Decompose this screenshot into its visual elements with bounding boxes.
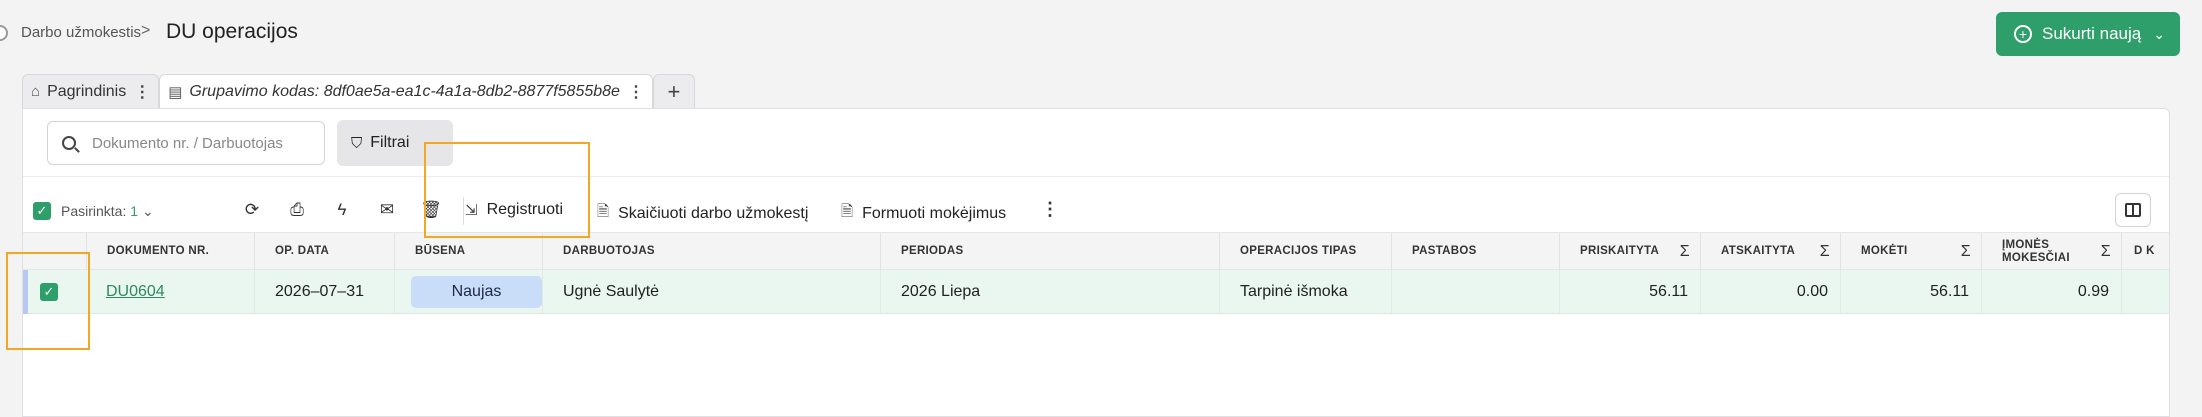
cell-op-type: Tarpinė išmoka (1219, 270, 1391, 314)
search-icon (62, 136, 76, 150)
trash-icon[interactable]: 🗑 (420, 200, 442, 220)
register-icon: ⇲ (465, 202, 478, 219)
selected-count-dropdown[interactable]: Pasirinkta: 1 ⌄ (61, 203, 154, 220)
cell-payable: 56.11 (1840, 270, 1981, 314)
cell-doc-nr: DU0604 (86, 270, 254, 314)
row-checkbox[interactable]: ✓ (40, 283, 58, 301)
search-placeholder: Dokumento nr. / Darbuotojas (92, 134, 283, 152)
table-header: DOKUMENTO NR. OP. DATA BŪSENA DARBUOTOJA… (23, 232, 2169, 271)
col-payable-label: MOKĖTI (1861, 245, 1908, 258)
col-doc-nr[interactable]: DOKUMENTO NR. (86, 233, 276, 271)
sum-icon[interactable]: Σ (1820, 243, 1830, 261)
col-payable[interactable]: MOKĖTI Σ (1840, 233, 1981, 271)
plus-circle-icon: + (2014, 25, 2032, 43)
selected-label: Pasirinkta: (61, 203, 127, 219)
columns-icon (2125, 203, 2141, 217)
filters-button[interactable]: ⛉ Filtrai (337, 120, 453, 166)
col-company-taxes-label: ĮMONĖS MOKESČIAI (2002, 238, 2070, 264)
tab-main[interactable]: ⌂ Pagrindinis ⋮ (22, 74, 160, 108)
cell-cut-off (2121, 270, 2169, 314)
tab-bar: ⌂ Pagrindinis ⋮ ▤ Grupavimo kodas: 8df0a… (22, 74, 695, 108)
cell-employee: Ugnė Saulytė (542, 270, 880, 314)
document-icon: 🗎 (841, 203, 854, 220)
lightning-icon[interactable]: ϟ (331, 200, 353, 220)
col-cut-off[interactable]: D K (2121, 233, 2169, 271)
col-deducted[interactable]: ATSKAITYTA Σ (1700, 233, 1840, 271)
chevron-right-icon: > (141, 22, 151, 39)
tab-grouping-label: Grupavimo kodas: 8df0ae5a-ea1c-4a1a-8db2… (189, 82, 620, 100)
cell-op-date: 2026–07–31 (254, 270, 394, 314)
col-employee[interactable]: DARBUOTOJAS (542, 233, 880, 271)
filters-label: Filtrai (370, 134, 410, 151)
toolbar-divider (463, 197, 464, 225)
col-assigned[interactable]: PRISKAITYTA Σ (1559, 233, 1700, 271)
add-tab-button[interactable]: + (652, 74, 695, 108)
mail-icon[interactable]: ✉ (376, 200, 398, 220)
table-icon: ▤ (168, 83, 183, 101)
col-company-taxes[interactable]: ĮMONĖS MOKESČIAI Σ (1981, 233, 2121, 271)
filter-icon: ⛉ (351, 134, 363, 152)
sum-icon[interactable]: Σ (2101, 243, 2111, 261)
main-panel: Dokumento nr. / Darbuotojas ⛉ Filtrai ✓ … (22, 108, 2170, 417)
cell-company-taxes: 0.99 (1981, 270, 2121, 314)
search-input[interactable]: Dokumento nr. / Darbuotojas (47, 121, 325, 165)
breadcrumb-parent[interactable]: Darbo užmokestis (21, 24, 141, 41)
create-new-label: Sukurti naują (2042, 24, 2142, 43)
status-badge: Naujas (411, 276, 542, 308)
divider (23, 176, 2169, 177)
cell-assigned: 56.11 (1559, 270, 1700, 314)
page-title: DU operacijos (166, 20, 298, 43)
print-icon[interactable]: ⎙ (286, 200, 308, 220)
form-payments-label: Formuoti mokėjimus (862, 204, 1007, 222)
col-assigned-label: PRISKAITYTA (1580, 245, 1660, 258)
register-button[interactable]: ⇲ Registruoti (465, 201, 563, 219)
cell-notes (1391, 270, 1559, 314)
doc-link[interactable]: DU0604 (106, 283, 165, 301)
tab-menu-icon[interactable]: ⋮ (628, 82, 644, 102)
bulk-toolbar: ✓ Pasirinkta: 1 ⌄ ⟳ ⎙ ϟ ✉ 🗑 ⇲ Registruot… (33, 191, 2163, 231)
col-deducted-label: ATSKAITYTA (1721, 245, 1796, 258)
more-actions-icon[interactable]: ⋮ (1041, 199, 1059, 220)
chevron-down-icon[interactable]: ⌄ (2153, 26, 2165, 43)
sum-icon[interactable]: Σ (1961, 243, 1971, 261)
col-notes[interactable]: PASTABOS (1391, 233, 1559, 271)
cell-period: 2026 Liepa (880, 270, 1219, 314)
col-op-date[interactable]: OP. DATA (254, 233, 394, 271)
cell-deducted: 0.00 (1700, 270, 1840, 314)
top-bar: Darbo užmokestis > DU operacijos + Sukur… (0, 0, 2202, 68)
create-new-button[interactable]: + Sukurti naują ⌄ (1996, 12, 2180, 56)
col-status[interactable]: BŪSENA (394, 233, 542, 271)
tab-grouping-code[interactable]: ▤ Grupavimo kodas: 8df0ae5a-ea1c-4a1a-8d… (159, 74, 653, 108)
row-selected-indicator (23, 270, 28, 314)
document-icon: 🗎 (597, 203, 610, 220)
sum-icon[interactable]: Σ (1680, 243, 1690, 261)
calc-salary-label: Skaičiuoti darbo užmokestį (618, 204, 809, 222)
col-period[interactable]: PERIODAS (880, 233, 1219, 271)
table-row[interactable]: ✓ DU0604 2026–07–31 Naujas Ugnė Saulytė … (23, 270, 2169, 314)
tab-main-label: Pagrindinis (47, 82, 127, 100)
home-icon: ⌂ (31, 83, 41, 100)
sidebar-toggle[interactable] (0, 25, 8, 41)
columns-toggle-button[interactable] (2115, 193, 2151, 227)
calc-salary-button[interactable]: 🗎 Skaičiuoti darbo užmokestį (597, 201, 808, 226)
select-all-checkbox[interactable]: ✓ (33, 202, 51, 220)
register-label: Registruoti (486, 201, 564, 218)
form-payments-button[interactable]: 🗎 Formuoti mokėjimus (841, 201, 1006, 226)
cell-status: Naujas (394, 270, 542, 314)
col-op-type[interactable]: OPERACIJOS TIPAS (1219, 233, 1391, 271)
tab-menu-icon[interactable]: ⋮ (134, 82, 150, 102)
refresh-icon[interactable]: ⟳ (241, 200, 263, 220)
selected-count: 1 (130, 203, 139, 219)
chevron-down-icon: ⌄ (141, 203, 154, 219)
